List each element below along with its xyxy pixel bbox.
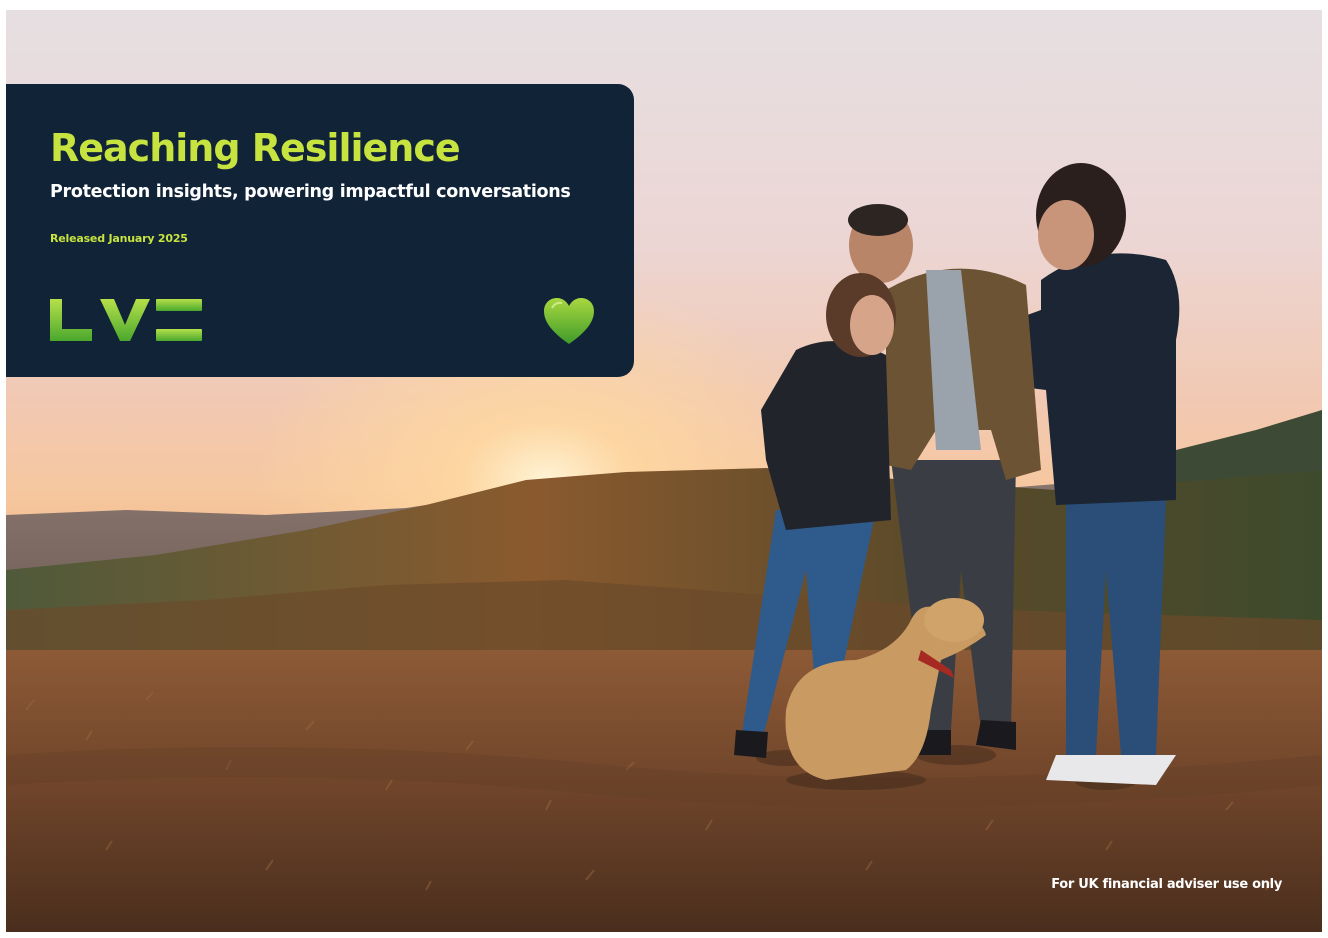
report-subtitle: Protection insights, powering impactful … [50, 182, 571, 202]
release-date: Released January 2025 [50, 232, 188, 245]
lv-logo [50, 299, 202, 341]
cover-page: Reaching Resilience Protection insights,… [6, 10, 1322, 932]
green-heart-icon [544, 298, 594, 344]
adviser-use-notice: For UK financial adviser use only [1051, 877, 1282, 892]
title-card: Reaching Resilience Protection insights,… [6, 84, 634, 377]
report-title: Reaching Resilience [50, 126, 461, 170]
